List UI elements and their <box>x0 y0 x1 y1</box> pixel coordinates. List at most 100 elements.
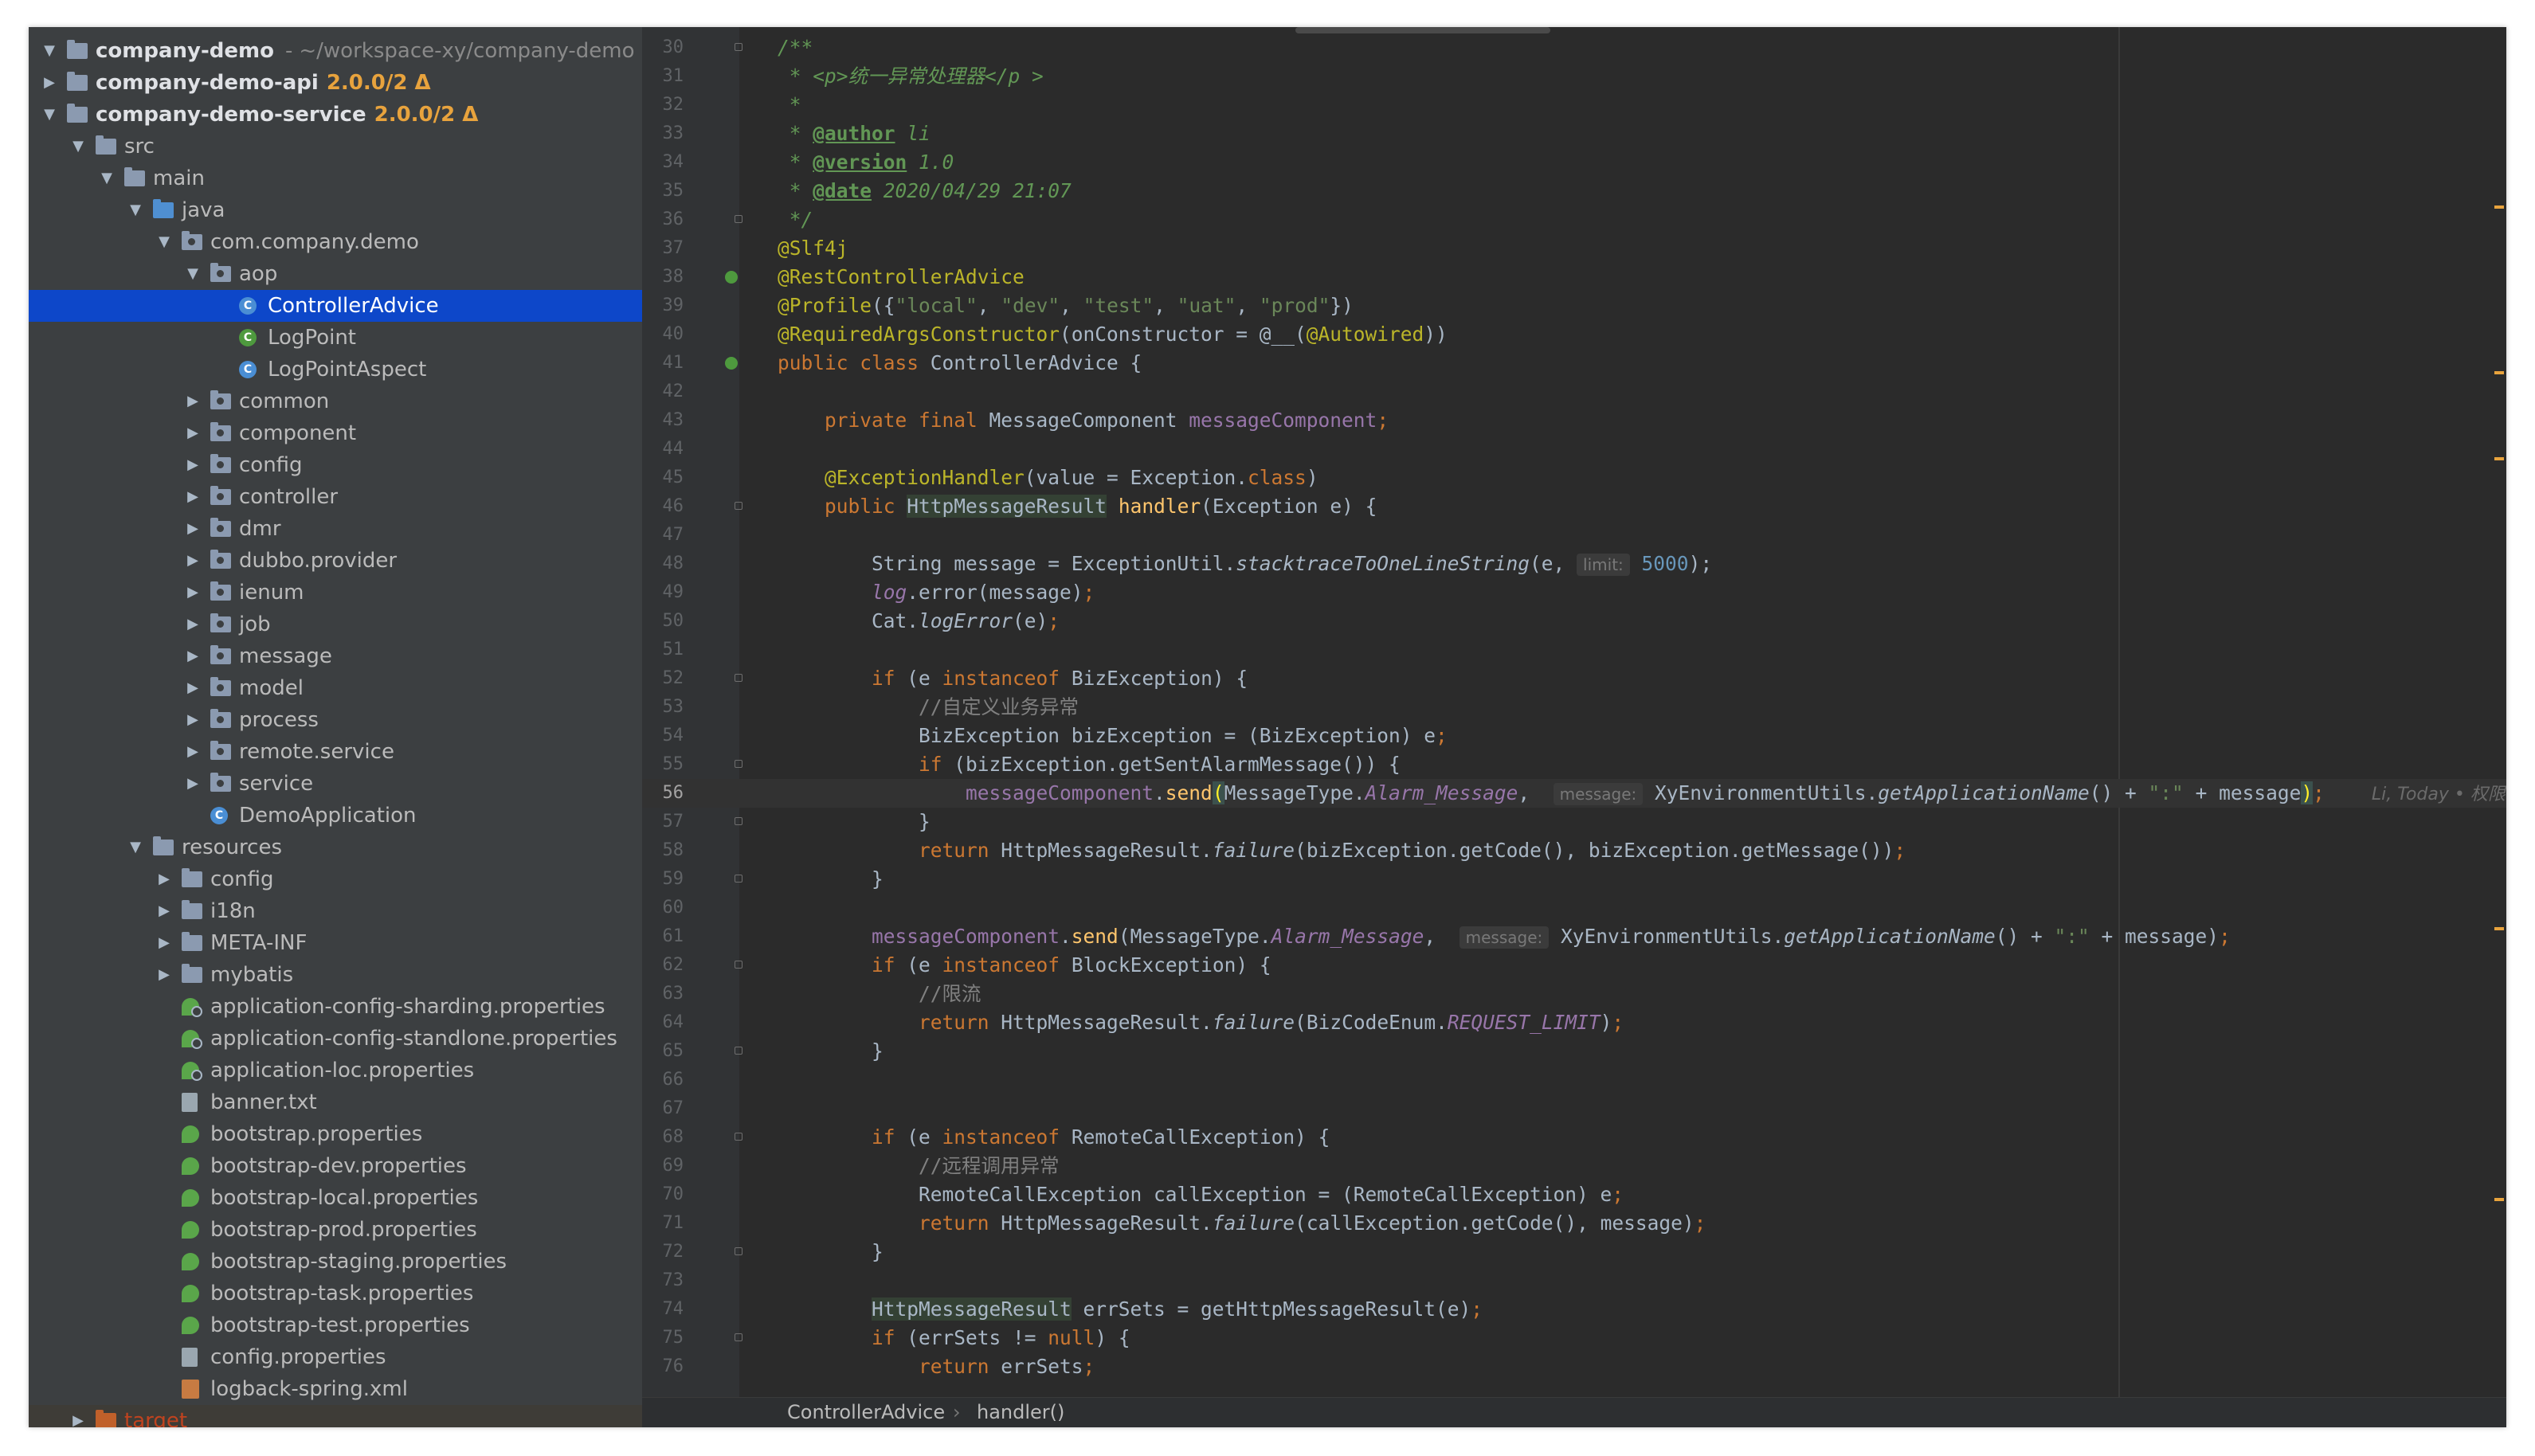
expand-arrow-icon[interactable]: ▶ <box>155 927 174 959</box>
tree-item[interactable]: ▶ controller <box>29 481 642 513</box>
tree-item[interactable]: bootstrap-staging.properties <box>29 1246 642 1278</box>
code-line[interactable]: 55 if (bizException.getSentAlarmMessage(… <box>642 750 2506 779</box>
expand-arrow-icon[interactable]: ▶ <box>155 895 174 927</box>
code-line[interactable]: 48 String message = ExceptionUtil.stackt… <box>642 550 2506 578</box>
code-line[interactable]: 34 * @version 1.0 <box>642 148 2506 177</box>
code-line[interactable]: 38 @RestControllerAdvice <box>642 263 2506 292</box>
code-line[interactable]: 75 if (errSets != null) { <box>642 1324 2506 1352</box>
code-line[interactable]: 64 return HttpMessageResult.failure(BizC… <box>642 1008 2506 1037</box>
tree-item[interactable]: ▼ com.company.demo <box>29 226 642 258</box>
code-line[interactable]: 46 public HttpMessageResult handler(Exce… <box>642 492 2506 521</box>
spring-bean-icon[interactable] <box>725 357 738 370</box>
fold-marker-icon[interactable] <box>735 961 742 969</box>
expand-arrow-icon[interactable]: ▶ <box>183 386 202 417</box>
fold-marker-icon[interactable] <box>735 1047 742 1055</box>
expand-arrow-icon[interactable]: ▶ <box>183 545 202 577</box>
expand-arrow-icon[interactable]: ▶ <box>183 481 202 513</box>
code-line[interactable]: 40 @RequiredArgsConstructor(onConstructor… <box>642 320 2506 349</box>
code-line[interactable]: 51 <box>642 636 2506 664</box>
fold-marker-icon[interactable] <box>735 760 742 768</box>
expand-arrow-icon[interactable]: ▶ <box>155 863 174 895</box>
tree-item[interactable]: application-config-standlone.properties <box>29 1023 642 1055</box>
code-line[interactable]: 68 if (e instanceof RemoteCallException)… <box>642 1123 2506 1152</box>
code-line[interactable]: 65 } <box>642 1037 2506 1066</box>
expand-arrow-icon[interactable]: ▶ <box>183 577 202 609</box>
fold-marker-icon[interactable] <box>735 817 742 825</box>
expand-arrow-icon[interactable]: ▶ <box>183 736 202 768</box>
fold-marker-icon[interactable] <box>735 502 742 510</box>
expand-arrow-icon[interactable]: ▶ <box>183 417 202 449</box>
tree-item[interactable]: ▶ dmr <box>29 513 642 545</box>
tree-item[interactable]: ▶ config <box>29 863 642 895</box>
code-line[interactable]: 30 /** <box>642 33 2506 62</box>
code-line[interactable]: 71 return HttpMessageResult.failure(call… <box>642 1209 2506 1238</box>
tree-item[interactable]: bootstrap-local.properties <box>29 1182 642 1214</box>
code-line[interactable]: 58 return HttpMessageResult.failure(bizE… <box>642 836 2506 865</box>
code-line[interactable]: 47 <box>642 521 2506 550</box>
code-line[interactable]: 57 } <box>642 808 2506 836</box>
expand-arrow-icon[interactable]: ▶ <box>183 449 202 481</box>
code-line[interactable]: 35 * @date 2020/04/29 21:07 <box>642 177 2506 205</box>
fold-marker-icon[interactable] <box>735 1247 742 1255</box>
tree-item[interactable]: ▼ company-demo - ~/workspace-xy/company-dem… <box>29 35 642 67</box>
code-line[interactable]: 59 } <box>642 865 2506 894</box>
tree-item[interactable]: ▶ i18n <box>29 895 642 927</box>
tree-item[interactable]: ▶ remote.service <box>29 736 642 768</box>
tree-item[interactable]: ▼ aop <box>29 258 642 290</box>
tree-item[interactable]: bootstrap-prod.properties <box>29 1214 642 1246</box>
code-editor[interactable]: 30/** 31 * <p>统一异常处理器</p >32 * 33 * @autho… <box>642 27 2506 1397</box>
tree-item[interactable]: ▶ common <box>29 386 642 417</box>
breadcrumb-class[interactable]: ControllerAdvice <box>787 1398 945 1427</box>
code-line[interactable]: 33 * @author li <box>642 119 2506 148</box>
code-line[interactable]: 76 return errSets; <box>642 1352 2506 1381</box>
code-line[interactable]: 41 public class ControllerAdvice { <box>642 349 2506 378</box>
tree-item[interactable]: C LogPointAspect <box>29 354 642 386</box>
tree-item[interactable]: application-config-sharding.properties <box>29 991 642 1023</box>
collapse-arrow-icon[interactable]: ▼ <box>183 258 202 290</box>
tree-item[interactable]: ▼ company-demo-service 2.0.0/2 Δ <box>29 99 642 131</box>
tree-item[interactable]: ▶ service <box>29 768 642 800</box>
tree-item[interactable]: C ControllerAdvice <box>29 290 642 322</box>
tree-item[interactable]: ▼ resources <box>29 832 642 863</box>
fold-marker-icon[interactable] <box>735 875 742 883</box>
expand-arrow-icon[interactable]: ▶ <box>183 672 202 704</box>
tree-item[interactable]: bootstrap.properties <box>29 1118 642 1150</box>
code-line[interactable]: 63 //限流 <box>642 980 2506 1008</box>
expand-arrow-icon[interactable]: ▶ <box>40 67 59 99</box>
fold-marker-icon[interactable] <box>735 1133 742 1141</box>
collapse-arrow-icon[interactable]: ▼ <box>126 194 145 226</box>
breadcrumb-method[interactable]: handler() <box>977 1398 1064 1427</box>
tree-item[interactable]: config.properties <box>29 1341 642 1373</box>
tree-item[interactable]: C LogPoint <box>29 322 642 354</box>
code-line[interactable]: 31 * <p>统一异常处理器</p > <box>642 62 2506 91</box>
collapse-arrow-icon[interactable]: ▼ <box>97 162 116 194</box>
fold-marker-icon[interactable] <box>735 215 742 223</box>
collapse-arrow-icon[interactable]: ▼ <box>40 99 59 131</box>
code-line[interactable]: 74 HttpMessageResult errSets = getHttpMe… <box>642 1295 2506 1324</box>
code-line[interactable]: 52 if (e instanceof BizException) { <box>642 664 2506 693</box>
code-line[interactable]: 66 <box>642 1066 2506 1094</box>
tree-item[interactable]: bootstrap-test.properties <box>29 1309 642 1341</box>
code-line[interactable]: 42 <box>642 378 2506 406</box>
collapse-arrow-icon[interactable]: ▼ <box>40 35 59 67</box>
collapse-arrow-icon[interactable]: ▼ <box>69 131 88 162</box>
tree-item[interactable]: ▶ target <box>29 1405 642 1427</box>
tree-item[interactable]: C DemoApplication <box>29 800 642 832</box>
expand-arrow-icon[interactable]: ▶ <box>183 513 202 545</box>
code-line[interactable]: 44 <box>642 435 2506 464</box>
horizontal-scroll-thumb[interactable] <box>1295 27 1550 33</box>
tree-item[interactable]: logback-spring.xml <box>29 1373 642 1405</box>
tree-item[interactable]: ▶ config <box>29 449 642 481</box>
tree-item[interactable]: ▶ mybatis <box>29 959 642 991</box>
code-line[interactable]: 67 <box>642 1094 2506 1123</box>
tree-item[interactable]: ▶ META-INF <box>29 927 642 959</box>
code-line[interactable]: 50 Cat.logError(e); <box>642 607 2506 636</box>
tree-item[interactable]: ▶ message <box>29 640 642 672</box>
code-line[interactable]: 49 log.error(message); <box>642 578 2506 607</box>
expand-arrow-icon[interactable]: ▶ <box>183 768 202 800</box>
tree-item[interactable]: ▼ main <box>29 162 642 194</box>
code-line[interactable]: 62 if (e instanceof BlockException) { <box>642 951 2506 980</box>
code-line[interactable]: 32 * <box>642 91 2506 119</box>
expand-arrow-icon[interactable]: ▶ <box>183 640 202 672</box>
code-line[interactable]: 56 messageComponent.send(MessageType.Ala… <box>642 779 2506 808</box>
